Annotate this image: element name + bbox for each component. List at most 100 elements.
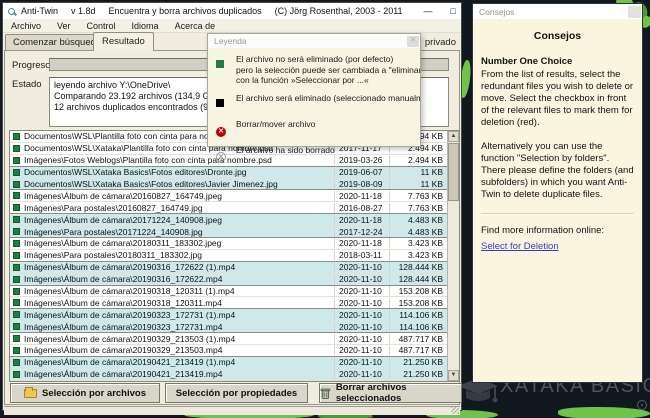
keep-checkbox-icon[interactable] — [13, 157, 20, 164]
table-row[interactable]: Imágenes\Álbum de cámara\20190323_172731… — [10, 309, 447, 321]
resize-grip[interactable] — [451, 407, 459, 414]
select-by-properties-label: Selección por propiedades — [176, 388, 297, 399]
progress-label: Progreso — [12, 60, 51, 71]
legend-window: Leyenda ✕ El archivo no será eliminado (… — [207, 33, 421, 147]
deleted-file-icon: ✕ — [216, 152, 226, 162]
table-row[interactable]: Imágenes\Álbum de cámara\20190316_172622… — [10, 262, 447, 274]
minimize-button[interactable]: — — [416, 3, 441, 19]
vertical-scrollbar[interactable]: ▲ ▼ — [447, 131, 459, 381]
table-row[interactable]: Documentos\WSL\Xataka Basics\Fotos edito… — [10, 179, 447, 191]
scrollbar-thumb[interactable] — [448, 143, 459, 201]
table-row[interactable]: Imágenes\Álbum de cámara\20190318_120311… — [10, 286, 447, 298]
keep-checkbox-icon[interactable] — [13, 133, 20, 140]
keep-checkbox-icon[interactable] — [13, 347, 20, 354]
maximize-button[interactable]: □ — [441, 3, 466, 19]
keep-checkbox-icon[interactable] — [13, 145, 20, 152]
table-row[interactable]: Imágenes\Para postales\20160827_164749.j… — [10, 202, 447, 214]
delete-selected-button[interactable]: Borrar archivos seleccionados — [319, 383, 462, 403]
table-row[interactable]: Documentos\WSL\Xataka Basics\Fotos edito… — [10, 167, 447, 179]
menu-item-idioma[interactable]: Idioma — [124, 21, 167, 31]
table-row[interactable]: Imágenes\Álbum de cámara\20190316_172622… — [10, 274, 447, 286]
keep-checkbox-icon[interactable] — [13, 204, 20, 211]
table-row[interactable]: Imágenes\Para postales\20171224_140908.j… — [10, 226, 447, 238]
keep-checkbox-icon[interactable] — [13, 359, 20, 366]
menu-item-archivo[interactable]: Archivo — [3, 21, 49, 31]
keep-checkbox-icon[interactable] — [13, 335, 20, 342]
status-bar — [4, 406, 460, 415]
table-row[interactable]: Imágenes\Álbum de cámara\20180311_183302… — [10, 238, 447, 250]
legend-body: El archivo no será eliminado (por defect… — [208, 48, 420, 164]
scroll-up-icon[interactable]: ▲ — [448, 131, 459, 142]
file-size: 11 KB — [389, 167, 447, 177]
keep-checkbox-icon[interactable] — [13, 276, 20, 283]
file-size: 4.483 KB — [389, 227, 447, 237]
file-date: 2020-11-10 — [334, 334, 389, 344]
table-row[interactable]: Imágenes\Álbum de cámara\20190329_213503… — [10, 333, 447, 345]
legend-close-button[interactable]: ✕ — [407, 36, 419, 47]
magnifier-app-icon — [8, 8, 15, 15]
file-date: 2020-11-18 — [334, 191, 389, 201]
keep-checkbox-icon[interactable] — [13, 228, 20, 235]
keep-checkbox-icon[interactable] — [13, 169, 20, 176]
file-size: 7.763 KB — [389, 203, 447, 213]
file-size: 487.717 KB — [389, 345, 447, 355]
legend-item: ✕El archivo ha sido borrado — [216, 145, 420, 164]
menu-bar: ArchivoVerControlIdiomaAcerca de — [3, 19, 461, 33]
file-path: Imágenes\Álbum de cámara\20190329_213503… — [24, 345, 334, 355]
scroll-down-icon[interactable]: ▼ — [448, 370, 459, 381]
legend-item: ✕Borrar/mover archivo — [216, 119, 420, 138]
divider — [481, 213, 634, 215]
table-row[interactable]: Imágenes\Álbum de cámara\20190323_172731… — [10, 321, 447, 333]
file-date: 2020-11-10 — [334, 322, 389, 332]
file-date: 2018-03-11 — [334, 250, 389, 260]
keep-checkbox-icon[interactable] — [13, 288, 20, 295]
app-name: Anti-Twin — [21, 6, 58, 16]
keep-checkbox-icon[interactable] — [13, 264, 20, 271]
file-date: 2020-11-10 — [334, 298, 389, 308]
delete-square-icon — [216, 99, 224, 107]
keep-checkbox-icon[interactable] — [13, 240, 20, 247]
table-row[interactable]: Imágenes\Álbum de cámara\20190329_213503… — [10, 345, 447, 357]
menu-item-acerca-de[interactable]: Acerca de — [167, 21, 224, 31]
select-for-deletion-link[interactable]: Select for Deletion — [481, 241, 559, 252]
table-row[interactable]: Imágenes\Álbum de cámara\20190421_213419… — [10, 357, 447, 369]
file-size: 487.717 KB — [389, 334, 447, 344]
select-by-properties-button[interactable]: Selección por propiedades — [165, 383, 308, 403]
keep-checkbox-icon[interactable] — [13, 371, 20, 378]
table-row[interactable]: Imágenes\Álbum de cámara\20190421_213419… — [10, 369, 447, 381]
table-row[interactable]: Imágenes\Álbum de cámara\20171224_140908… — [10, 214, 447, 226]
file-date: 2020-11-10 — [334, 286, 389, 296]
file-path: Imágenes\Álbum de cámara\20190323_172731… — [24, 322, 334, 332]
menu-item-control[interactable]: Control — [79, 21, 124, 31]
tab-resultado[interactable]: Resultado — [93, 32, 154, 51]
keep-checkbox-icon[interactable] — [13, 323, 20, 330]
desktop: XATAKA BASICS Anti-Twin v 1.8d Encuentra… — [0, 0, 650, 418]
tips-title-bar: Consejos — [473, 4, 642, 19]
select-by-files-button[interactable]: Selección por archivos — [10, 383, 160, 403]
file-date: 2019-06-07 — [334, 167, 389, 177]
keep-checkbox-icon[interactable] — [13, 311, 20, 318]
file-size: 7.763 KB — [389, 191, 447, 201]
table-row[interactable]: Imágenes\Álbum de cámara\20160827_164749… — [10, 190, 447, 202]
tips-window: Consejos Consejos Number One Choice From… — [472, 3, 643, 383]
file-table-body: Documentos\WSL\Plantilla foto con cinta … — [10, 131, 447, 381]
title-bar: Anti-Twin v 1.8d Encuentra y borra archi… — [3, 3, 461, 19]
keep-checkbox-icon[interactable] — [13, 192, 20, 199]
file-size: 153.208 KB — [389, 286, 447, 296]
keep-checkbox-icon[interactable] — [13, 216, 20, 223]
map-pin-icon — [637, 400, 647, 410]
file-path: Imágenes\Para postales\20160827_164749.j… — [24, 203, 334, 213]
file-date: 2020-11-10 — [334, 274, 389, 284]
file-size: 114.106 KB — [389, 322, 447, 332]
table-row[interactable]: Imágenes\Para postales\20180311_183302.j… — [10, 250, 447, 262]
tips-section-title: Number One Choice — [481, 56, 634, 67]
tips-close-button[interactable] — [628, 6, 641, 18]
app-version: v 1.8d — [71, 6, 96, 16]
keep-checkbox-icon[interactable] — [13, 299, 20, 306]
keep-checkbox-icon[interactable] — [13, 252, 20, 259]
table-row[interactable]: Imágenes\Álbum de cámara\20190318_120311… — [10, 297, 447, 309]
file-path: Documentos\WSL\Xataka Basics\Fotos edito… — [24, 179, 334, 189]
menu-item-ver[interactable]: Ver — [49, 21, 79, 31]
file-size: 3.423 KB — [389, 250, 447, 260]
keep-checkbox-icon[interactable] — [13, 181, 20, 188]
